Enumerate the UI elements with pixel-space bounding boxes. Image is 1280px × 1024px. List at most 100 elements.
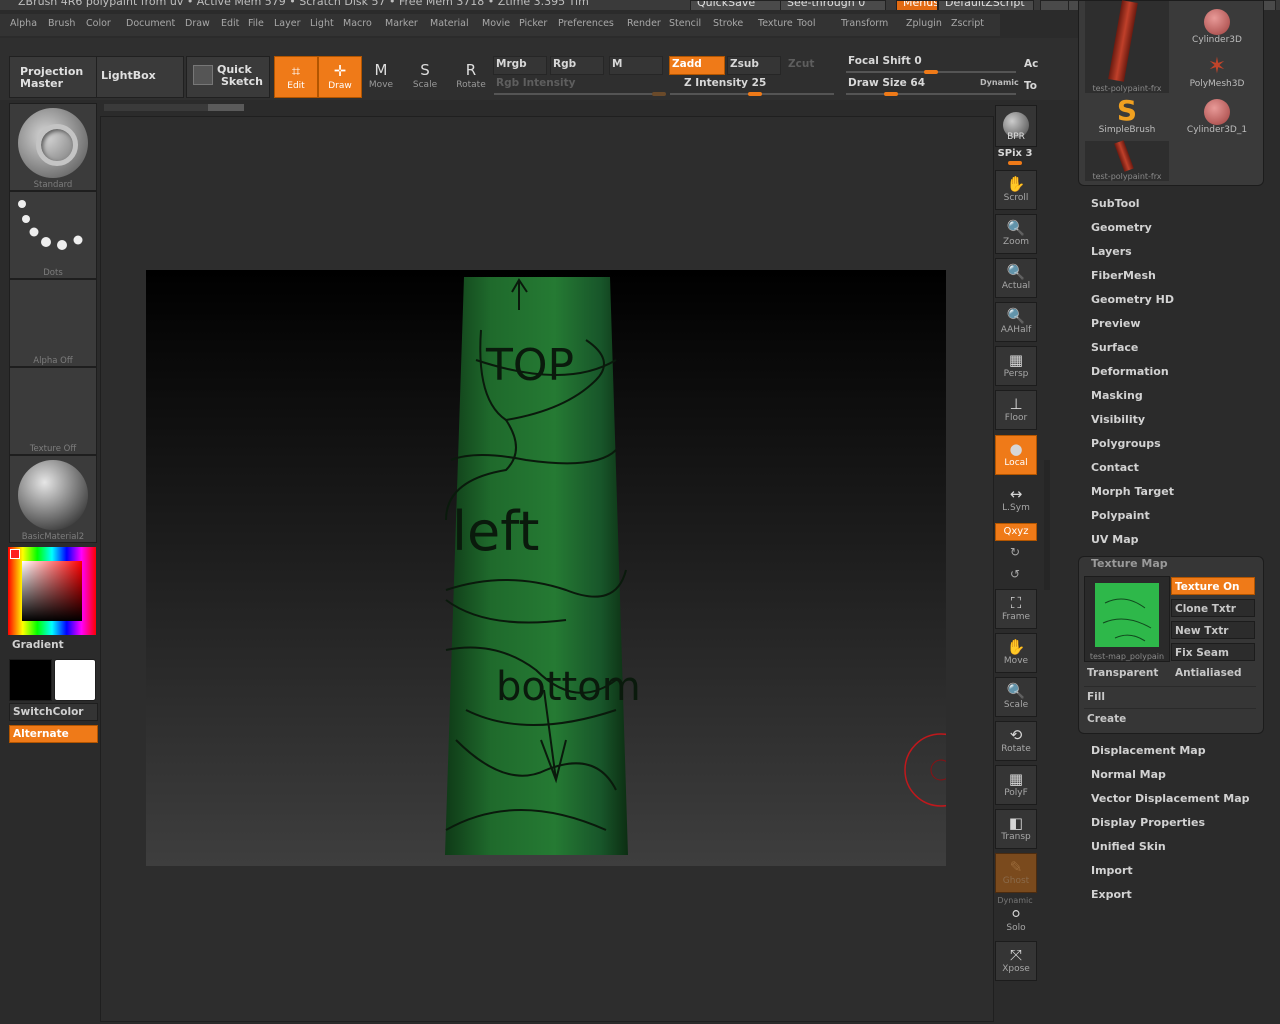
tool-thumb-polypaint-2[interactable]: test-polypaint-frx xyxy=(1085,140,1169,181)
menu-alpha[interactable]: Alpha xyxy=(10,18,37,29)
layout-toggle-icon[interactable] xyxy=(1040,0,1070,10)
stroke-selector[interactable]: Dots xyxy=(9,191,97,279)
tool-thumb-polypaint[interactable]: test-polypaint-frx xyxy=(1085,0,1169,93)
texture-on-button[interactable]: Texture On xyxy=(1171,577,1255,595)
rotate-view-button[interactable]: ⟲ Rotate xyxy=(995,721,1037,761)
spix-knob[interactable] xyxy=(1008,161,1022,165)
draw-mode-button[interactable]: ✛ Draw xyxy=(318,56,362,98)
gradient-toggle[interactable]: Gradient xyxy=(12,639,64,651)
subpalette-geometry-hd[interactable]: Geometry HD xyxy=(1091,293,1174,306)
canvas-scroll-thumb[interactable] xyxy=(208,104,244,111)
lightbox-button[interactable]: LightBox xyxy=(96,56,184,98)
subpalette-preview[interactable]: Preview xyxy=(1091,317,1141,330)
move-view-button[interactable]: ✋ Move xyxy=(995,633,1037,673)
menu-render[interactable]: Render xyxy=(627,18,661,29)
transp-button[interactable]: ◧ Transp xyxy=(995,809,1037,849)
xyz-sym-button[interactable]: Qxyz xyxy=(995,523,1037,541)
menu-file[interactable]: File xyxy=(248,18,264,29)
menu-document[interactable]: Document xyxy=(126,18,175,29)
menu-light[interactable]: Light xyxy=(310,18,334,29)
scale-view-button[interactable]: 🔍 Scale xyxy=(995,677,1037,717)
antialiased-toggle[interactable]: Antialiased xyxy=(1175,667,1241,679)
subpalette-export[interactable]: Export xyxy=(1091,888,1132,901)
menu-brush[interactable]: Brush xyxy=(48,18,75,29)
menu-color[interactable]: Color xyxy=(86,18,111,29)
menu-picker[interactable]: Picker xyxy=(519,18,547,29)
subpalette-visibility[interactable]: Visibility xyxy=(1091,413,1145,426)
menu-marker[interactable]: Marker xyxy=(385,18,418,29)
color-picker-square[interactable] xyxy=(22,561,82,621)
canvas-viewport[interactable]: TOP left bottom xyxy=(146,270,946,866)
canvas-scrollbar[interactable] xyxy=(104,104,244,111)
rotate-z-icon[interactable]: ↺ xyxy=(995,567,1035,581)
menu-zplugin[interactable]: Zplugin xyxy=(906,18,942,29)
menu-edit[interactable]: Edit xyxy=(221,18,239,29)
menu-tool[interactable]: Tool xyxy=(797,18,815,29)
menu-movie[interactable]: Movie xyxy=(482,18,510,29)
draw-size-knob[interactable] xyxy=(884,92,898,96)
local-button[interactable]: ● Local xyxy=(995,435,1037,475)
aahalf-button[interactable]: 🔍 AAHalf xyxy=(995,302,1037,342)
subpalette-masking[interactable]: Masking xyxy=(1091,389,1143,402)
main-color-swatch[interactable] xyxy=(9,659,52,701)
actual-button[interactable]: 🔍 Actual xyxy=(995,258,1037,298)
subpalette-unified-skin[interactable]: Unified Skin xyxy=(1091,840,1166,853)
menu-preferences[interactable]: Preferences xyxy=(558,18,614,29)
brush-selector[interactable]: Standard xyxy=(9,103,97,191)
polyf-button[interactable]: ▦ PolyF xyxy=(995,765,1037,805)
create-button[interactable]: Create xyxy=(1084,708,1256,729)
rgb-intensity-knob[interactable] xyxy=(652,92,666,96)
new-txtr-button[interactable]: New Txtr xyxy=(1171,621,1255,639)
z-intensity-knob[interactable] xyxy=(748,92,762,96)
fix-seam-button[interactable]: Fix Seam xyxy=(1171,643,1255,661)
quicksave-button[interactable]: QuickSave xyxy=(690,0,782,10)
menu-macro[interactable]: Macro xyxy=(343,18,372,29)
tool-thumb-cylinder3d-1[interactable]: Cylinder3D_1 xyxy=(1175,99,1259,135)
focal-shift-slider[interactable]: Focal Shift 0 xyxy=(848,55,922,67)
secondary-color-swatch[interactable] xyxy=(54,659,96,701)
lsym-button[interactable]: ↔ L.Sym xyxy=(995,480,1037,520)
menu-texture[interactable]: Texture xyxy=(758,18,793,29)
menu-material[interactable]: Material xyxy=(430,18,469,29)
subpalette-geometry[interactable]: Geometry xyxy=(1091,221,1152,234)
quick-sketch-button[interactable]: Quick Sketch xyxy=(186,56,270,98)
texture-map-title[interactable]: Texture Map xyxy=(1091,557,1168,570)
see-through-slider[interactable]: See-through 0 xyxy=(780,0,886,10)
texture-map-thumbnail[interactable]: test-map_polypain xyxy=(1084,576,1170,662)
texture-selector[interactable]: Texture Off xyxy=(9,367,97,455)
tool-thumb-simplebrush[interactable]: S SimpleBrush xyxy=(1085,97,1169,136)
color-picker-ring[interactable] xyxy=(8,547,96,635)
rgb-intensity-slider[interactable]: Rgb Intensity xyxy=(496,77,575,89)
scroll-button[interactable]: ✋ Scroll xyxy=(995,170,1037,210)
default-zscript-button[interactable]: DefaultZScript xyxy=(938,0,1034,10)
rotate-y-icon[interactable]: ↻ xyxy=(995,545,1035,559)
subpalette-displacement-map[interactable]: Displacement Map xyxy=(1091,744,1206,757)
subpalette-morph-target[interactable]: Morph Target xyxy=(1091,485,1174,498)
ghost-button[interactable]: ✎ Ghost xyxy=(995,853,1037,893)
menu-transform[interactable]: Transform xyxy=(841,18,888,29)
frame-button[interactable]: ⛶ Frame xyxy=(995,589,1037,629)
subpalette-layers[interactable]: Layers xyxy=(1091,245,1132,258)
menus-button[interactable]: Menus xyxy=(896,0,938,10)
clone-txtr-button[interactable]: Clone Txtr xyxy=(1171,599,1255,617)
panel-splitter[interactable] xyxy=(1044,460,1050,590)
floor-button[interactable]: ⊥ Floor xyxy=(995,390,1037,430)
persp-button[interactable]: ▦ Persp xyxy=(995,346,1037,386)
menu-stroke[interactable]: Stroke xyxy=(713,18,743,29)
subpalette-import[interactable]: Import xyxy=(1091,864,1133,877)
tool-thumb-polymesh3d[interactable]: ✶ PolyMesh3D xyxy=(1175,55,1259,90)
fill-button[interactable]: Fill xyxy=(1084,686,1256,707)
subpalette-polypaint[interactable]: Polypaint xyxy=(1091,509,1150,522)
subpalette-fibermesh[interactable]: FiberMesh xyxy=(1091,269,1156,282)
menu-stencil[interactable]: Stencil xyxy=(669,18,701,29)
scale-mode-button[interactable]: S Scale xyxy=(404,56,446,96)
zcut-button[interactable]: Zcut xyxy=(788,58,814,70)
xpose-button[interactable]: ⤧ Xpose xyxy=(995,941,1037,981)
draw-size-slider[interactable]: Draw Size 64 xyxy=(848,77,925,89)
menu-zscript[interactable]: Zscript xyxy=(951,18,984,29)
subpalette-surface[interactable]: Surface xyxy=(1091,341,1138,354)
edit-mode-button[interactable]: ⌗ Edit xyxy=(274,56,318,98)
switch-color-button[interactable]: SwitchColor xyxy=(9,703,98,721)
subpalette-deformation[interactable]: Deformation xyxy=(1091,365,1169,378)
dynamic-toggle[interactable]: Dynamic xyxy=(980,78,1019,87)
